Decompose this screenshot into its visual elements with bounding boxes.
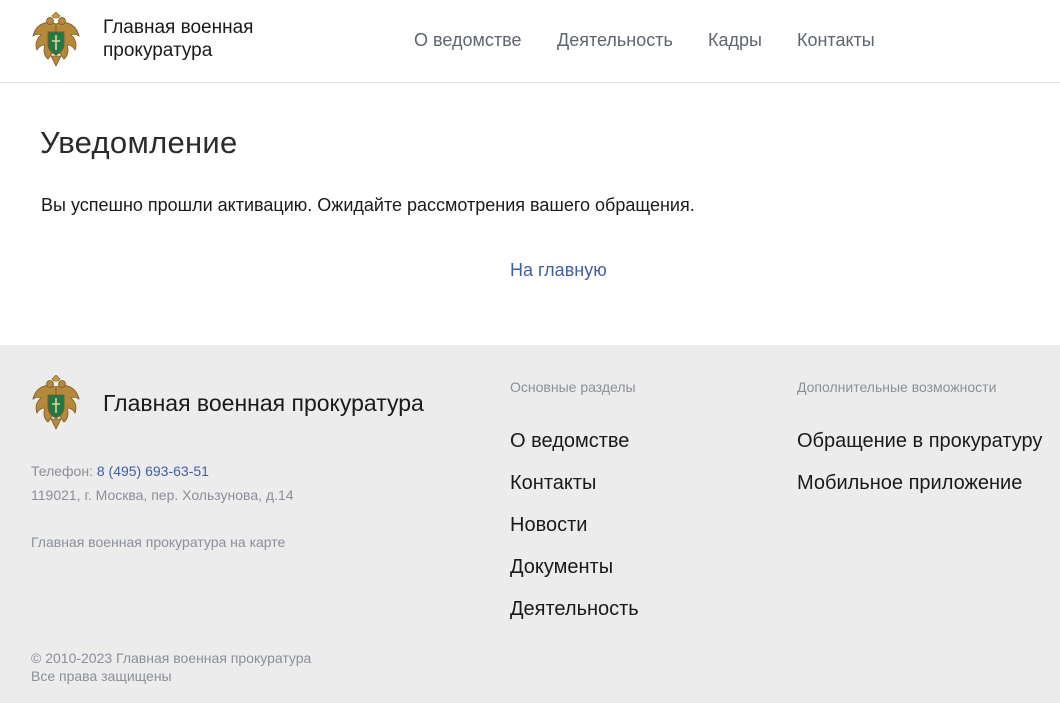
site-name[interactable]: Главная военная прокуратура [103,16,303,62]
nav-item-activity[interactable]: Деятельность [557,29,673,51]
rights-text: Все права защищены [31,668,172,684]
prosecutor-emblem-icon [32,12,80,67]
list-item: Обращение в прокуратуру [797,429,1042,471]
list-item: Деятельность [510,597,639,639]
list-item: Новости [510,513,639,555]
phone-link[interactable]: 8 (495) 693-63-51 [97,463,209,479]
footer-phone-line: Телефон: 8 (495) 693-63-51 [31,462,209,480]
list-item: Контакты [510,471,639,513]
list-item: О ведомстве [510,429,639,471]
extra-list: Обращение в прокуратуру Мобильное прилож… [797,429,1042,513]
footer-address: 119021, г. Москва, пер. Хользунова, д.14 [31,487,294,503]
site-header: Главная военная прокуратура О ведомстве … [0,0,1060,83]
nav-item-about[interactable]: О ведомстве [414,29,521,51]
footer-link-contacts[interactable]: Контакты [510,472,596,494]
sections-list: О ведомстве Контакты Новости Документы Д… [510,429,639,639]
sections-title: Основные разделы [510,379,636,395]
footer-link-about[interactable]: О ведомстве [510,430,629,452]
footer-link-activity[interactable]: Деятельность [510,598,639,620]
home-link[interactable]: На главную [510,259,607,281]
footer-link-news[interactable]: Новости [510,514,587,536]
footer-link-appeal[interactable]: Обращение в прокуратуру [797,430,1042,452]
nav-item-staff[interactable]: Кадры [708,29,762,51]
nav-item-contacts[interactable]: Контакты [797,29,875,51]
list-item: Мобильное приложение [797,471,1042,513]
phone-label: Телефон: [31,463,93,479]
site-footer: Главная военная прокуратура Телефон: 8 (… [0,345,1060,703]
map-link[interactable]: Главная военная прокуратура на карте [31,533,285,551]
list-item: Документы [510,555,639,597]
footer-site-name: Главная военная прокуратура [103,390,424,416]
page-title: Уведомление [40,125,238,160]
footer-link-documents[interactable]: Документы [510,556,613,578]
extra-title: Дополнительные возможности [797,379,997,395]
notification-message: Вы успешно прошли активацию. Ожидайте ра… [41,195,695,215]
copyright-text: © 2010-2023 Главная военная прокуратура [31,650,312,666]
prosecutor-emblem-icon [32,375,80,430]
copyright: © 2010-2023 Главная военная прокуратура … [31,649,311,685]
footer-link-mobile-app[interactable]: Мобильное приложение [797,472,1022,494]
